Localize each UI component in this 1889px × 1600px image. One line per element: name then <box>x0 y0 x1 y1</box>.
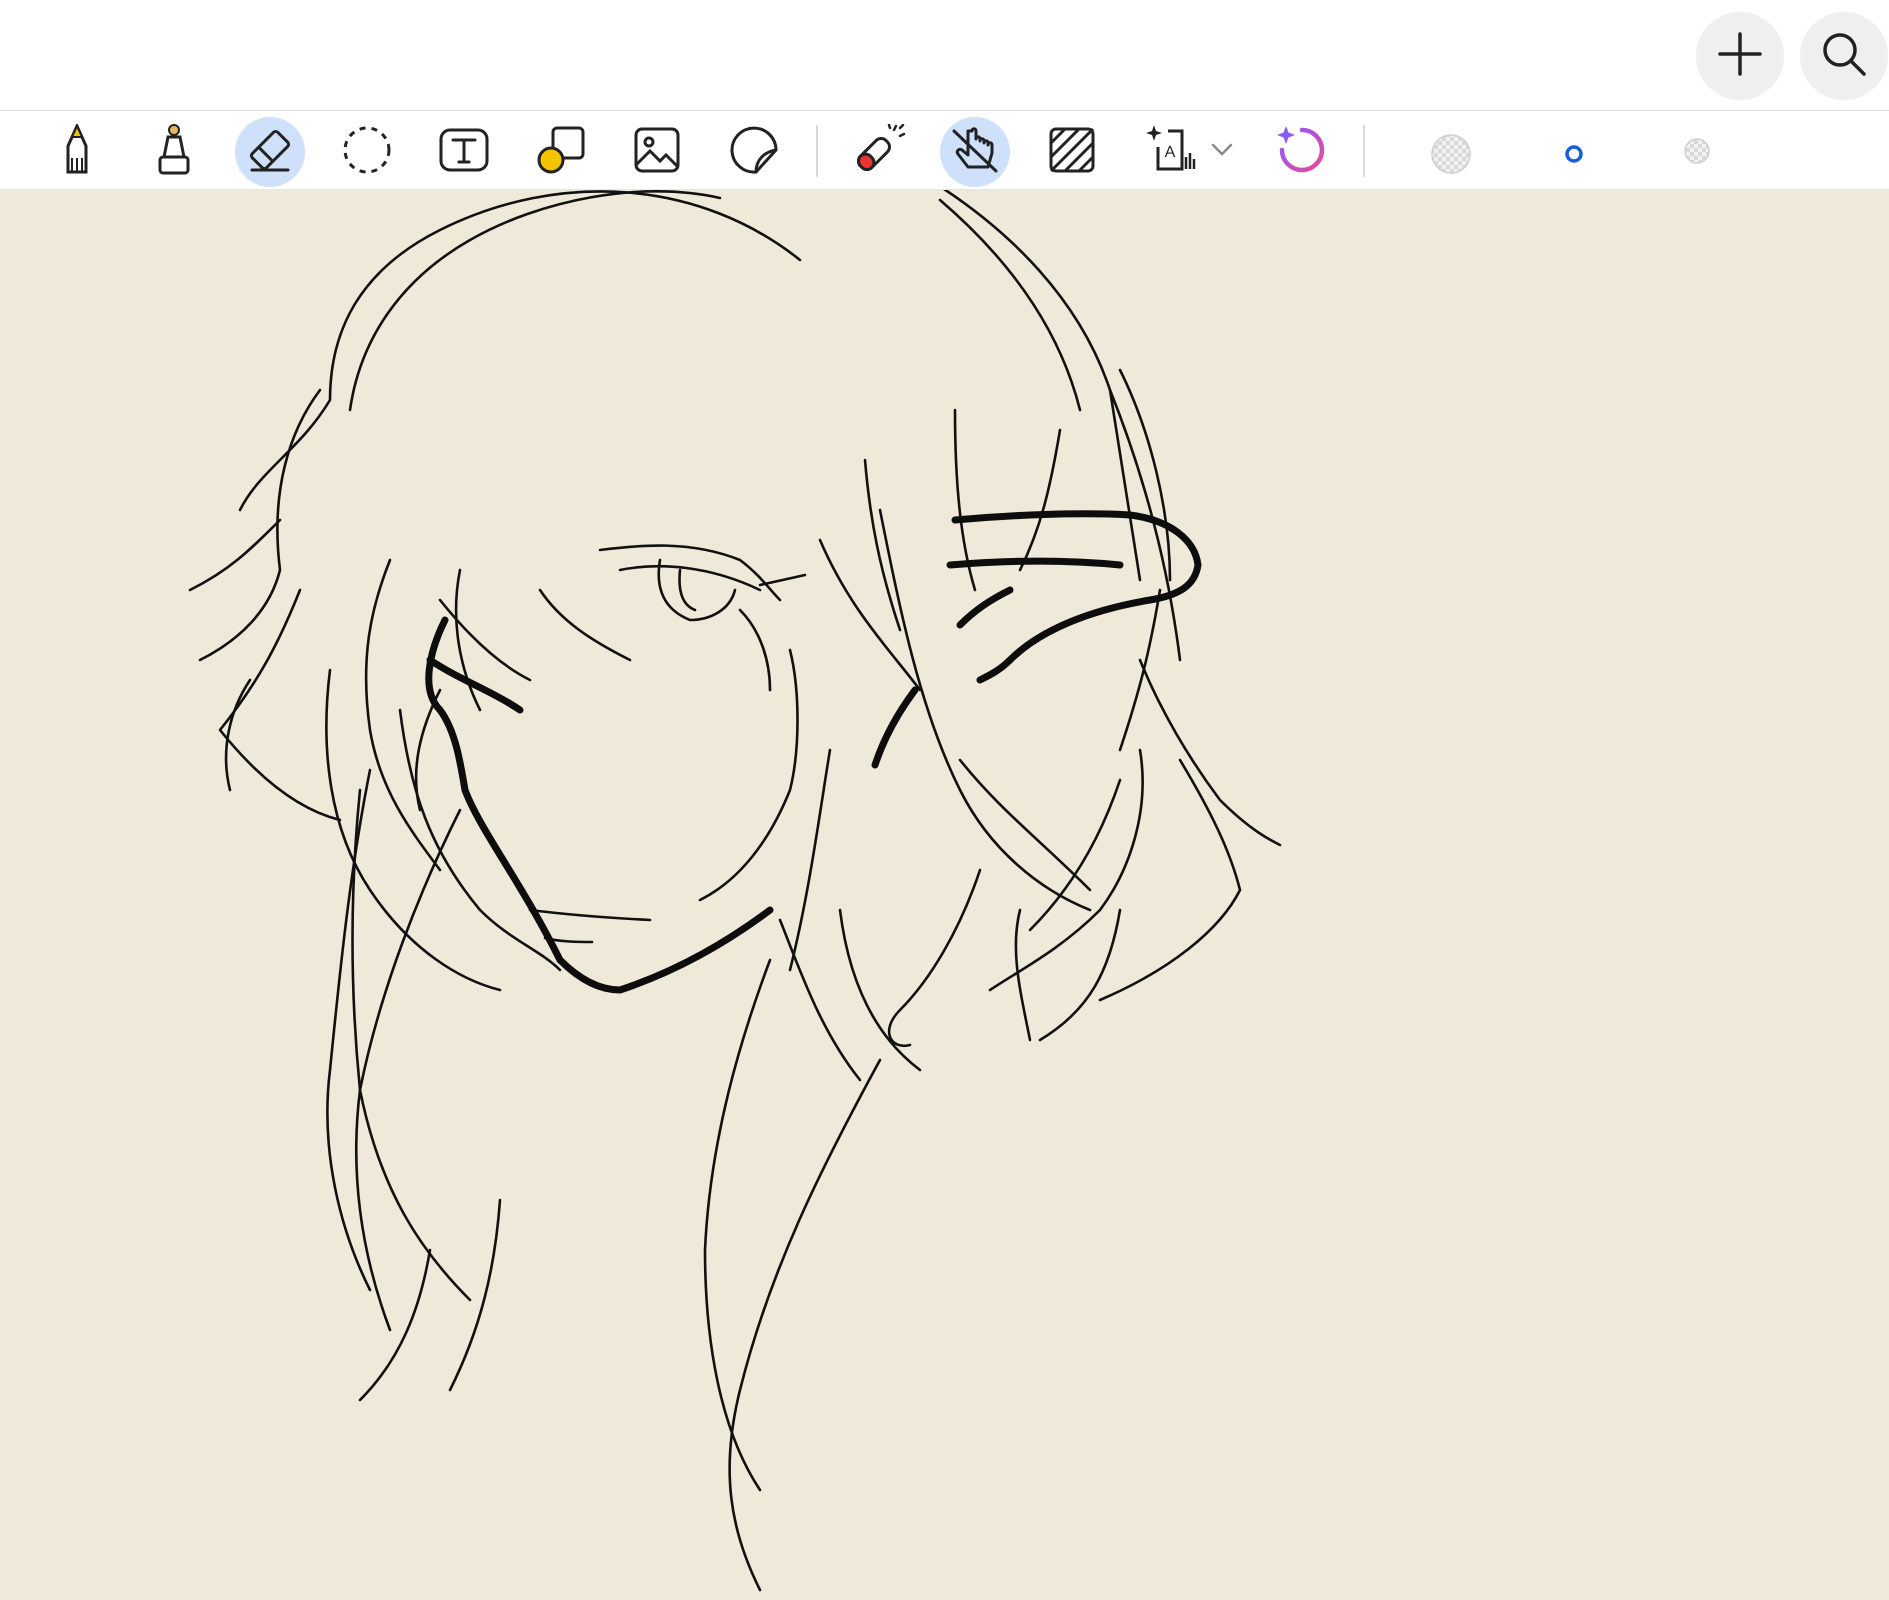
search-icon <box>1819 29 1869 84</box>
toolbar-divider <box>1363 125 1365 177</box>
pencil-icon <box>57 121 97 181</box>
ai-assist-tool[interactable] <box>1267 117 1337 187</box>
add-button[interactable] <box>1696 12 1784 100</box>
ai-assist-icon <box>1274 122 1330 183</box>
marker-icon <box>154 123 194 182</box>
eraser-icon <box>244 124 296 181</box>
transparent-swatch-small[interactable] <box>1682 136 1712 166</box>
shapes-tool[interactable] <box>526 117 596 187</box>
pattern-fill-tool[interactable] <box>1037 117 1107 187</box>
text-recognition-dropdown[interactable] <box>1197 117 1247 187</box>
image-icon <box>632 125 682 180</box>
sticker-icon <box>728 124 780 181</box>
shapes-icon <box>535 124 587 181</box>
touch-drawing-toggle[interactable] <box>940 117 1010 187</box>
lasso-tool[interactable] <box>332 117 402 187</box>
marker-tool[interactable] <box>139 117 209 187</box>
plus-icon <box>1716 30 1764 83</box>
pencil-tool[interactable] <box>42 117 112 187</box>
image-tool[interactable] <box>622 117 692 187</box>
touch-drawing-icon <box>948 123 1002 182</box>
top-bar <box>0 0 1889 110</box>
text-recognition-tool[interactable]: A <box>1136 117 1206 187</box>
svg-text:A: A <box>1165 144 1176 161</box>
eraser-tool[interactable] <box>235 117 305 187</box>
drawing-canvas[interactable] <box>0 190 1889 1600</box>
text-recognition-icon: A <box>1146 123 1196 182</box>
text-box-icon <box>437 126 491 179</box>
sticker-tool[interactable] <box>719 117 789 187</box>
toolbar-divider <box>816 125 818 177</box>
blue-ring-swatch[interactable] <box>1561 141 1587 167</box>
chevron-down-icon <box>1211 143 1233 162</box>
lasso-select-icon <box>341 124 393 181</box>
laser-pointer-tool[interactable] <box>843 117 913 187</box>
search-button[interactable] <box>1800 12 1888 100</box>
transparent-swatch-large[interactable] <box>1430 133 1472 175</box>
text-tool[interactable] <box>429 117 499 187</box>
drawing-toolbar: A <box>0 110 1889 190</box>
sketch-drawing <box>188 190 1282 1592</box>
pattern-fill-icon <box>1047 125 1097 180</box>
laser-pointer-icon <box>850 123 906 181</box>
